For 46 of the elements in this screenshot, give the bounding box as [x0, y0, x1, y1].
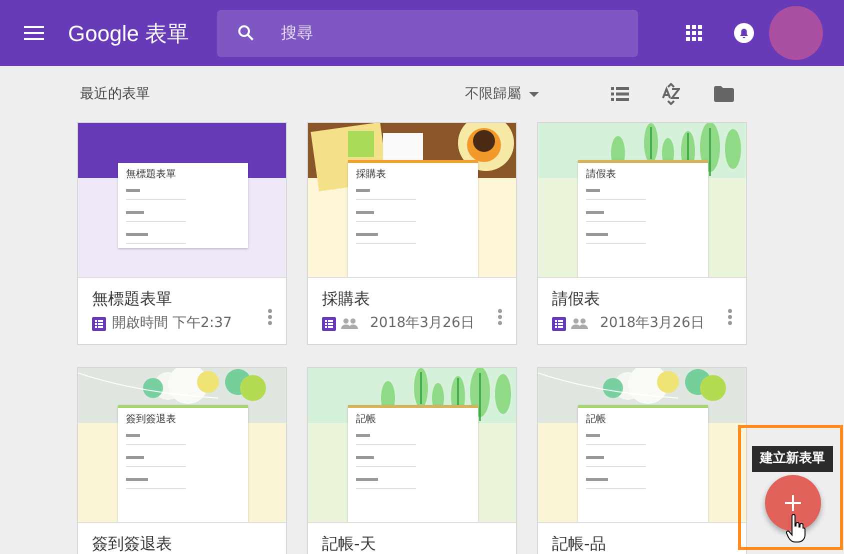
form-title: 請假表 [552, 288, 601, 310]
form-preview-title: 記帳 [356, 414, 377, 426]
modified-time: 2018年3月26日 [600, 314, 704, 333]
forms-icon [322, 316, 336, 330]
form-card[interactable]: 簽到簽退表 簽到簽退表 [77, 367, 287, 554]
apps-grid-icon[interactable] [686, 25, 702, 41]
more-options-icon[interactable] [498, 309, 502, 325]
caret-icon [529, 92, 539, 96]
form-title: 記帳-品 [552, 533, 607, 554]
owner-filter-dropdown[interactable]: 不限歸屬 [465, 84, 539, 104]
form-preview-title: 無標題表單 [126, 169, 177, 181]
tooltip: 建立新表單 [752, 446, 833, 472]
forms-icon [552, 316, 566, 330]
menu-icon[interactable] [24, 26, 44, 40]
form-preview-title: 請假表 [586, 169, 617, 181]
app-logo[interactable]: Google 表單 [68, 16, 190, 50]
search-icon[interactable] [237, 24, 256, 42]
create-form-button[interactable] [765, 475, 821, 531]
modified-time: 開啟時間 下午2:37 [112, 314, 232, 333]
form-preview-title: 簽到簽退表 [126, 414, 177, 426]
form-card[interactable]: 記帳 記帳-品 [537, 367, 747, 554]
plus-icon [785, 495, 801, 511]
form-preview-title: 採購表 [356, 169, 387, 181]
form-title: 記帳-天 [322, 533, 377, 554]
form-title: 無標題表單 [92, 288, 173, 310]
form-card[interactable]: 記帳 記帳-天 [307, 367, 517, 554]
search-bar[interactable]: 搜尋 [217, 10, 638, 56]
list-view-icon[interactable] [611, 87, 629, 101]
search-input[interactable]: 搜尋 [279, 20, 580, 46]
form-title: 採購表 [322, 288, 371, 310]
form-card[interactable]: 請假表 請假表 2018年3月26日 [537, 122, 747, 345]
more-options-icon[interactable] [728, 309, 732, 325]
section-heading: 最近的表單 [80, 84, 150, 104]
modified-time: 2018年3月26日 [370, 314, 474, 333]
notification-bell-icon[interactable] [734, 23, 754, 43]
forms-icon [92, 316, 106, 330]
shared-people-icon [341, 318, 358, 329]
folder-icon[interactable] [714, 86, 734, 102]
sort-icon[interactable] [662, 83, 680, 105]
more-options-icon[interactable] [268, 309, 272, 325]
form-preview-title: 記帳 [586, 414, 607, 426]
form-title: 簽到簽退表 [92, 533, 173, 554]
hand-cursor-icon [786, 514, 806, 544]
shared-people-icon [571, 318, 588, 329]
form-card[interactable]: 採購表 採購表 2018年3月26日 [307, 122, 517, 345]
form-card[interactable]: 無標題表單 無標題表單 開啟時間 下午2:37 [77, 122, 287, 345]
